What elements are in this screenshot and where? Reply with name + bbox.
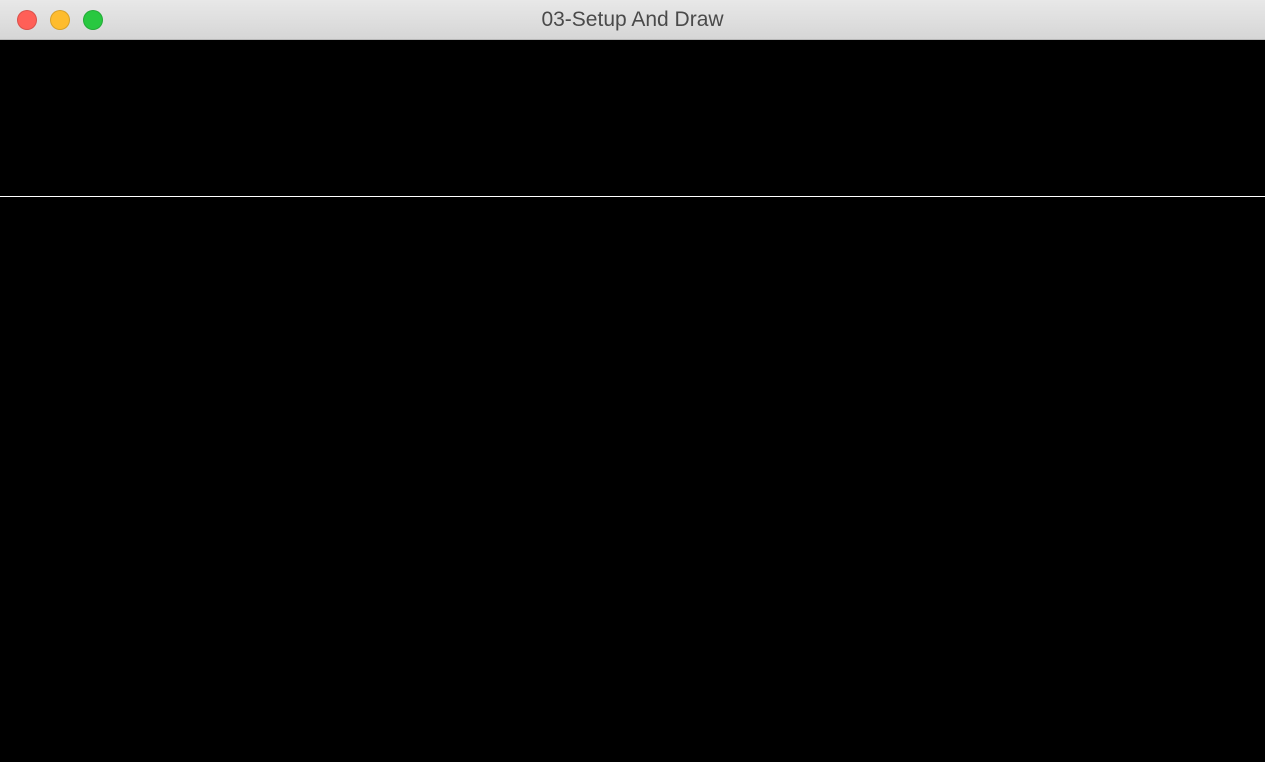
minimize-button[interactable] <box>50 10 70 30</box>
canvas-area <box>0 40 1265 762</box>
close-button[interactable] <box>17 10 37 30</box>
zoom-button[interactable] <box>83 10 103 30</box>
traffic-lights-group <box>0 10 103 30</box>
drawn-line <box>0 196 1265 197</box>
window-title: 03-Setup And Draw <box>541 8 723 32</box>
window-titlebar: 03-Setup And Draw <box>0 0 1265 40</box>
